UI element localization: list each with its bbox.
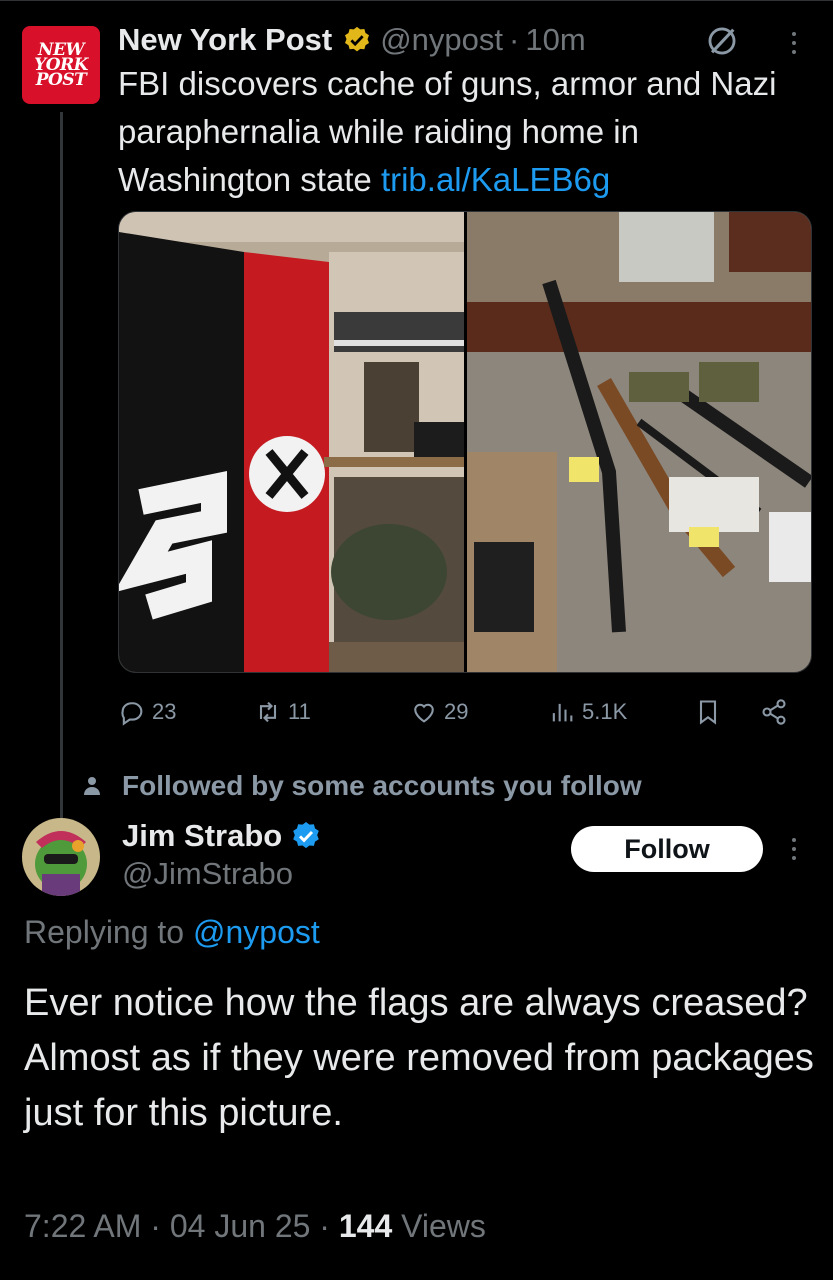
more-dot-icon <box>792 41 796 45</box>
reply-bubble-icon <box>121 702 143 726</box>
repost-action[interactable]: 11 <box>254 692 311 732</box>
reply-count: 23 <box>152 699 177 724</box>
reply-author-handle[interactable]: @JimStrabo <box>122 856 293 892</box>
grok-icon[interactable] <box>705 24 739 58</box>
reply-views-count: 144 <box>338 1208 393 1244</box>
photo-guns-counter <box>467 212 811 672</box>
person-icon <box>84 777 100 795</box>
replying-to-prefix: Replying to <box>24 914 185 950</box>
views-action[interactable]: 5.1K <box>548 692 627 732</box>
post-link[interactable]: trib.al/KaLEB6g <box>381 161 610 198</box>
blue-verified-check-icon <box>293 822 320 849</box>
thread-connector-line <box>60 112 63 820</box>
top-divider <box>0 0 833 1</box>
media-photos <box>119 212 811 672</box>
views-bars-icon <box>552 703 573 722</box>
like-count: 29 <box>444 699 469 724</box>
heart-icon <box>414 703 434 723</box>
bookmark-action[interactable] <box>694 692 728 732</box>
share-action[interactable] <box>760 692 794 732</box>
photo-divider <box>464 212 467 672</box>
follow-button[interactable]: Follow <box>571 826 763 872</box>
post-time[interactable]: 10m <box>525 22 585 58</box>
reply-meta: 7:22 AM · 04 Jun 25 · 144 Views <box>24 1208 486 1245</box>
repost-count: 11 <box>288 699 311 724</box>
post-author-handle[interactable]: @nypost <box>380 22 503 58</box>
post-body: FBI discovers cache of guns, armor and N… <box>118 60 808 204</box>
reply-more-options[interactable] <box>782 832 806 866</box>
followed-by-notice[interactable]: Followed by some accounts you follow <box>80 766 642 806</box>
gold-verified-check-icon <box>345 26 370 52</box>
reply-author-header: Jim Strabo <box>122 814 322 858</box>
repost-icon <box>259 701 277 723</box>
views-count: 5.1K <box>582 699 628 724</box>
post-action-bar: 23 11 29 5.1K <box>118 692 818 732</box>
more-dot-icon <box>792 838 796 842</box>
post-media[interactable] <box>118 211 812 673</box>
photo-flags-closet <box>119 212 464 672</box>
more-dot-icon <box>792 856 796 860</box>
share-icon <box>762 699 786 725</box>
post-author-name[interactable]: New York Post <box>118 22 332 58</box>
reply-author-name[interactable]: Jim Strabo <box>122 818 282 854</box>
meta-separator: · <box>319 1208 330 1244</box>
bookmark-icon <box>699 700 717 725</box>
avatar-text-line-3: POST <box>35 69 87 90</box>
followed-by-text: Followed by some accounts you follow <box>122 770 642 801</box>
meta-separator: · <box>150 1208 161 1244</box>
meta-separator: · <box>509 22 520 57</box>
reply-time[interactable]: 7:22 AM <box>24 1208 141 1244</box>
more-dot-icon <box>792 32 796 36</box>
reply-views-label: Views <box>401 1208 486 1244</box>
reply-date[interactable]: 04 Jun 25 <box>170 1208 311 1244</box>
reply-author-avatar[interactable] <box>22 818 100 896</box>
like-action[interactable]: 29 <box>410 692 468 732</box>
nypost-avatar[interactable]: NEW YORK POST <box>22 26 100 104</box>
replying-to-handle[interactable]: @nypost <box>193 914 320 950</box>
reply-action[interactable]: 23 <box>118 692 176 732</box>
replying-to-line: Replying to @nypost <box>24 914 320 951</box>
more-dot-icon <box>792 50 796 54</box>
post-more-options[interactable] <box>782 26 806 60</box>
post-header: New York Post @nypost · 10m <box>118 18 586 62</box>
more-dot-icon <box>792 847 796 851</box>
reply-body: Ever notice how the flags are always cre… <box>24 982 814 1134</box>
avatar-image <box>22 818 100 896</box>
